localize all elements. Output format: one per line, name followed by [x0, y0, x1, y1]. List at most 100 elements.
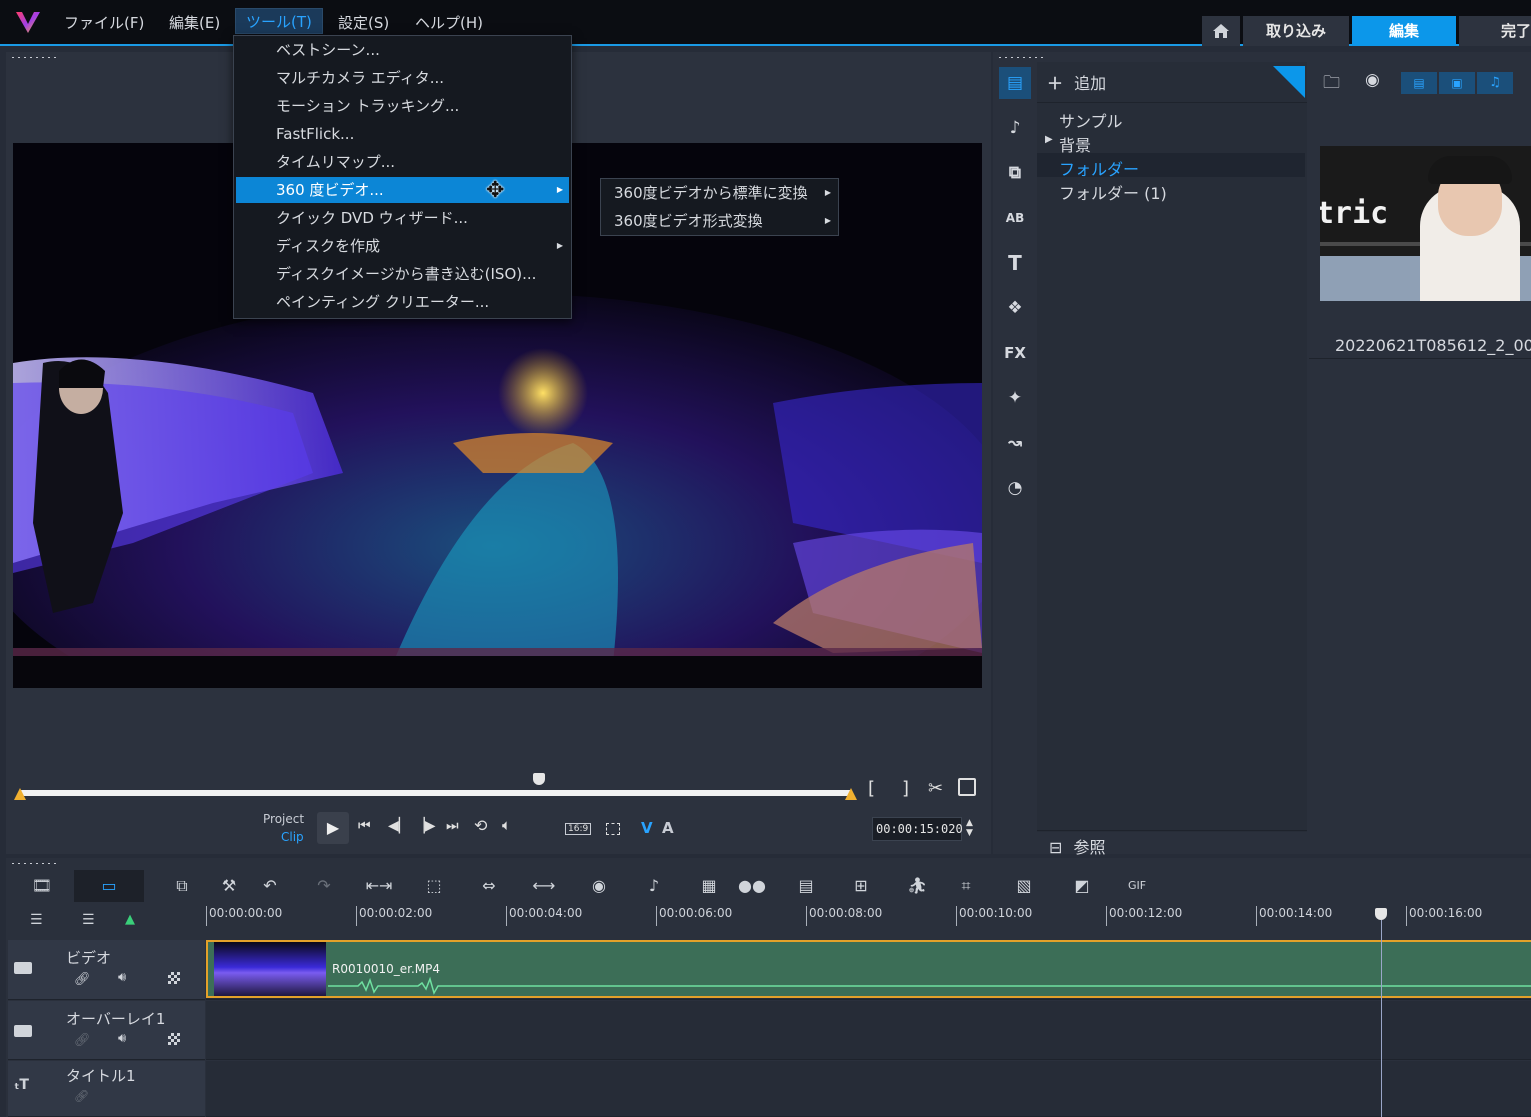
- menu-settings[interactable]: 設定(S): [328, 10, 399, 36]
- menu-item-best-scene[interactable]: ベストシーン...: [236, 37, 569, 63]
- menu-tools[interactable]: ツール(T): [235, 8, 323, 34]
- menu-edit[interactable]: 編集(E): [159, 10, 230, 36]
- magic-wand-icon[interactable]: ✦: [999, 382, 1031, 414]
- video-clip[interactable]: R0010010_er.MP4: [206, 940, 1531, 998]
- link-icon[interactable]: 🔗︎: [74, 972, 91, 987]
- track-grid-icon[interactable]: [168, 972, 180, 984]
- menu-item-multicam-editor[interactable]: マルチカメラ エディタ...: [236, 65, 569, 91]
- go-to-end-icon[interactable]: ⏭: [446, 818, 459, 834]
- split-clip-icon[interactable]: ✂: [928, 778, 943, 799]
- menu-item-fastflick[interactable]: FastFlick...: [236, 121, 569, 147]
- media-category-icon[interactable]: ▤: [999, 67, 1031, 99]
- crop-mode-icon[interactable]: [606, 823, 620, 835]
- play-button[interactable]: ▶: [317, 812, 349, 844]
- redo-icon[interactable]: ↷: [308, 872, 340, 900]
- repeat-icon[interactable]: ⟲: [474, 816, 487, 835]
- color-grading-icon[interactable]: ▧: [1008, 872, 1040, 900]
- go-to-start-icon[interactable]: ⏮: [358, 818, 371, 834]
- track-grid-icon[interactable]: [168, 1033, 180, 1045]
- menu-file[interactable]: ファイル(F): [54, 10, 154, 36]
- browse-button[interactable]: ⊟ 参照: [1049, 834, 1106, 858]
- link-icon[interactable]: 🔗︎: [74, 1033, 91, 1048]
- menu-item-360-format-convert[interactable]: 360度ビデオ形式変換 ▶: [602, 207, 837, 235]
- ripple-edit-icon[interactable]: ⇔: [473, 872, 505, 900]
- menu-item-burn-iso[interactable]: ディスクイメージから書き込む(ISO)...: [236, 261, 569, 287]
- timeline-playhead-icon[interactable]: [1375, 908, 1387, 920]
- capture-icon[interactable]: ◉: [1365, 70, 1380, 90]
- video-track-toggle[interactable]: V: [641, 819, 653, 837]
- fit-window-icon[interactable]: ⬚: [418, 872, 450, 900]
- filter-audio-icon[interactable]: ♫: [1477, 72, 1513, 94]
- menu-item-360-video[interactable]: 360 度ビデオ... ▶: [236, 177, 569, 203]
- menu-item-painting-creator[interactable]: ペインティング クリエーター...: [236, 289, 569, 315]
- add-track-icon[interactable]: ☰: [82, 912, 95, 928]
- scrub-bar[interactable]: [20, 790, 852, 796]
- menu-item-quick-dvd[interactable]: クイック DVD ウィザード...: [236, 205, 569, 231]
- mark-in-button[interactable]: [: [868, 778, 875, 799]
- title-ab-icon[interactable]: AB: [999, 202, 1031, 234]
- track-name[interactable]: タイトル1: [66, 1065, 136, 1086]
- aspect-ratio-button[interactable]: 16:9: [565, 823, 592, 835]
- media-thumbnail[interactable]: tric S P: [1320, 146, 1531, 301]
- subtitle-icon[interactable]: ▤: [790, 872, 822, 900]
- filter-video-icon[interactable]: ▤: [1401, 72, 1437, 94]
- mode-project-label[interactable]: Project: [263, 812, 304, 826]
- filter-photo-icon[interactable]: ▣: [1439, 72, 1475, 94]
- fit-project-icon[interactable]: ⇤⇥: [363, 872, 395, 900]
- menu-item-time-remap[interactable]: タイムリマップ...: [236, 149, 569, 175]
- speed-gauge-icon[interactable]: ◔: [999, 472, 1031, 504]
- mark-out-button[interactable]: ]: [902, 778, 909, 799]
- panel-grip[interactable]: [997, 56, 1045, 59]
- menu-item-360-to-standard[interactable]: 360度ビデオから標準に変換 ▶: [602, 179, 837, 207]
- menu-item-motion-tracking[interactable]: モーション トラッキング...: [236, 93, 569, 119]
- gif-icon[interactable]: GIF: [1121, 872, 1153, 900]
- track-manager-icon[interactable]: ☰: [30, 912, 43, 928]
- next-frame-icon[interactable]: ▕▶: [414, 818, 436, 834]
- track-volume-icon[interactable]: 🔊︎: [118, 970, 126, 985]
- import-media-icon[interactable]: 🗀︎: [1323, 70, 1340, 99]
- transition-icon[interactable]: ⧉: [999, 157, 1031, 189]
- storyboard-view-icon[interactable]: 🎞︎: [26, 872, 58, 900]
- exposure-icon[interactable]: ◩: [1066, 872, 1098, 900]
- tools-icon[interactable]: ⚒: [213, 872, 245, 900]
- graphics-icon[interactable]: ❖: [999, 292, 1031, 324]
- tab-capture[interactable]: 取り込み: [1243, 16, 1349, 46]
- folder-item[interactable]: サンプル: [1059, 108, 1123, 132]
- mode-clip-label[interactable]: Clip: [281, 830, 304, 844]
- record-icon[interactable]: ◉: [583, 872, 615, 900]
- undo-icon[interactable]: ↶: [254, 872, 286, 900]
- text-title-icon[interactable]: T: [999, 247, 1031, 279]
- playhead-marker-icon[interactable]: [533, 773, 545, 785]
- volume-icon[interactable]: 🔈︎: [502, 816, 511, 834]
- filter-fx-icon[interactable]: FX: [999, 337, 1031, 369]
- panel-grip[interactable]: [10, 56, 58, 59]
- timecode-stepper[interactable]: ▲ ▼: [966, 818, 973, 838]
- chapter-marker-icon[interactable]: ▲: [125, 912, 135, 927]
- track-move-icon[interactable]: ⟷: [528, 872, 560, 900]
- multi-trim-icon[interactable]: ▦: [693, 872, 725, 900]
- previous-frame-icon[interactable]: ◀▏: [388, 818, 410, 834]
- home-button[interactable]: [1202, 16, 1240, 46]
- path-icon[interactable]: ↝: [999, 427, 1031, 459]
- pin-icon[interactable]: [1273, 66, 1305, 98]
- tab-share[interactable]: 完了: [1459, 16, 1531, 46]
- timecode-display[interactable]: 00:00:15:020: [872, 817, 963, 841]
- track-volume-icon[interactable]: 🔊︎: [118, 1031, 126, 1046]
- menu-help[interactable]: ヘルプ(H): [405, 10, 493, 36]
- copy-attributes-icon[interactable]: ⧉: [166, 872, 198, 900]
- trim-in-handle[interactable]: [14, 788, 26, 800]
- link-icon[interactable]: 🔗︎: [74, 1089, 89, 1103]
- track-name[interactable]: オーバーレイ1: [66, 1008, 165, 1029]
- expand-arrow-icon[interactable]: ▶: [1045, 134, 1053, 145]
- menu-item-create-disc[interactable]: ディスクを作成 ▶: [236, 233, 569, 259]
- mask-icon[interactable]: ⌗: [950, 872, 982, 900]
- split-screen-icon[interactable]: ⊞: [845, 872, 877, 900]
- motion-track-icon[interactable]: ⛹︎: [901, 872, 933, 900]
- instant-project-icon[interactable]: ♪: [999, 112, 1031, 144]
- audio-mixer-icon[interactable]: ♪: [638, 872, 670, 900]
- track-name[interactable]: ビデオ: [66, 947, 111, 968]
- timeline-view-icon[interactable]: ▭: [74, 870, 144, 902]
- enlarge-preview-icon[interactable]: [958, 778, 976, 796]
- motion-icon[interactable]: ●●: [736, 872, 768, 900]
- panel-grip[interactable]: [10, 862, 58, 865]
